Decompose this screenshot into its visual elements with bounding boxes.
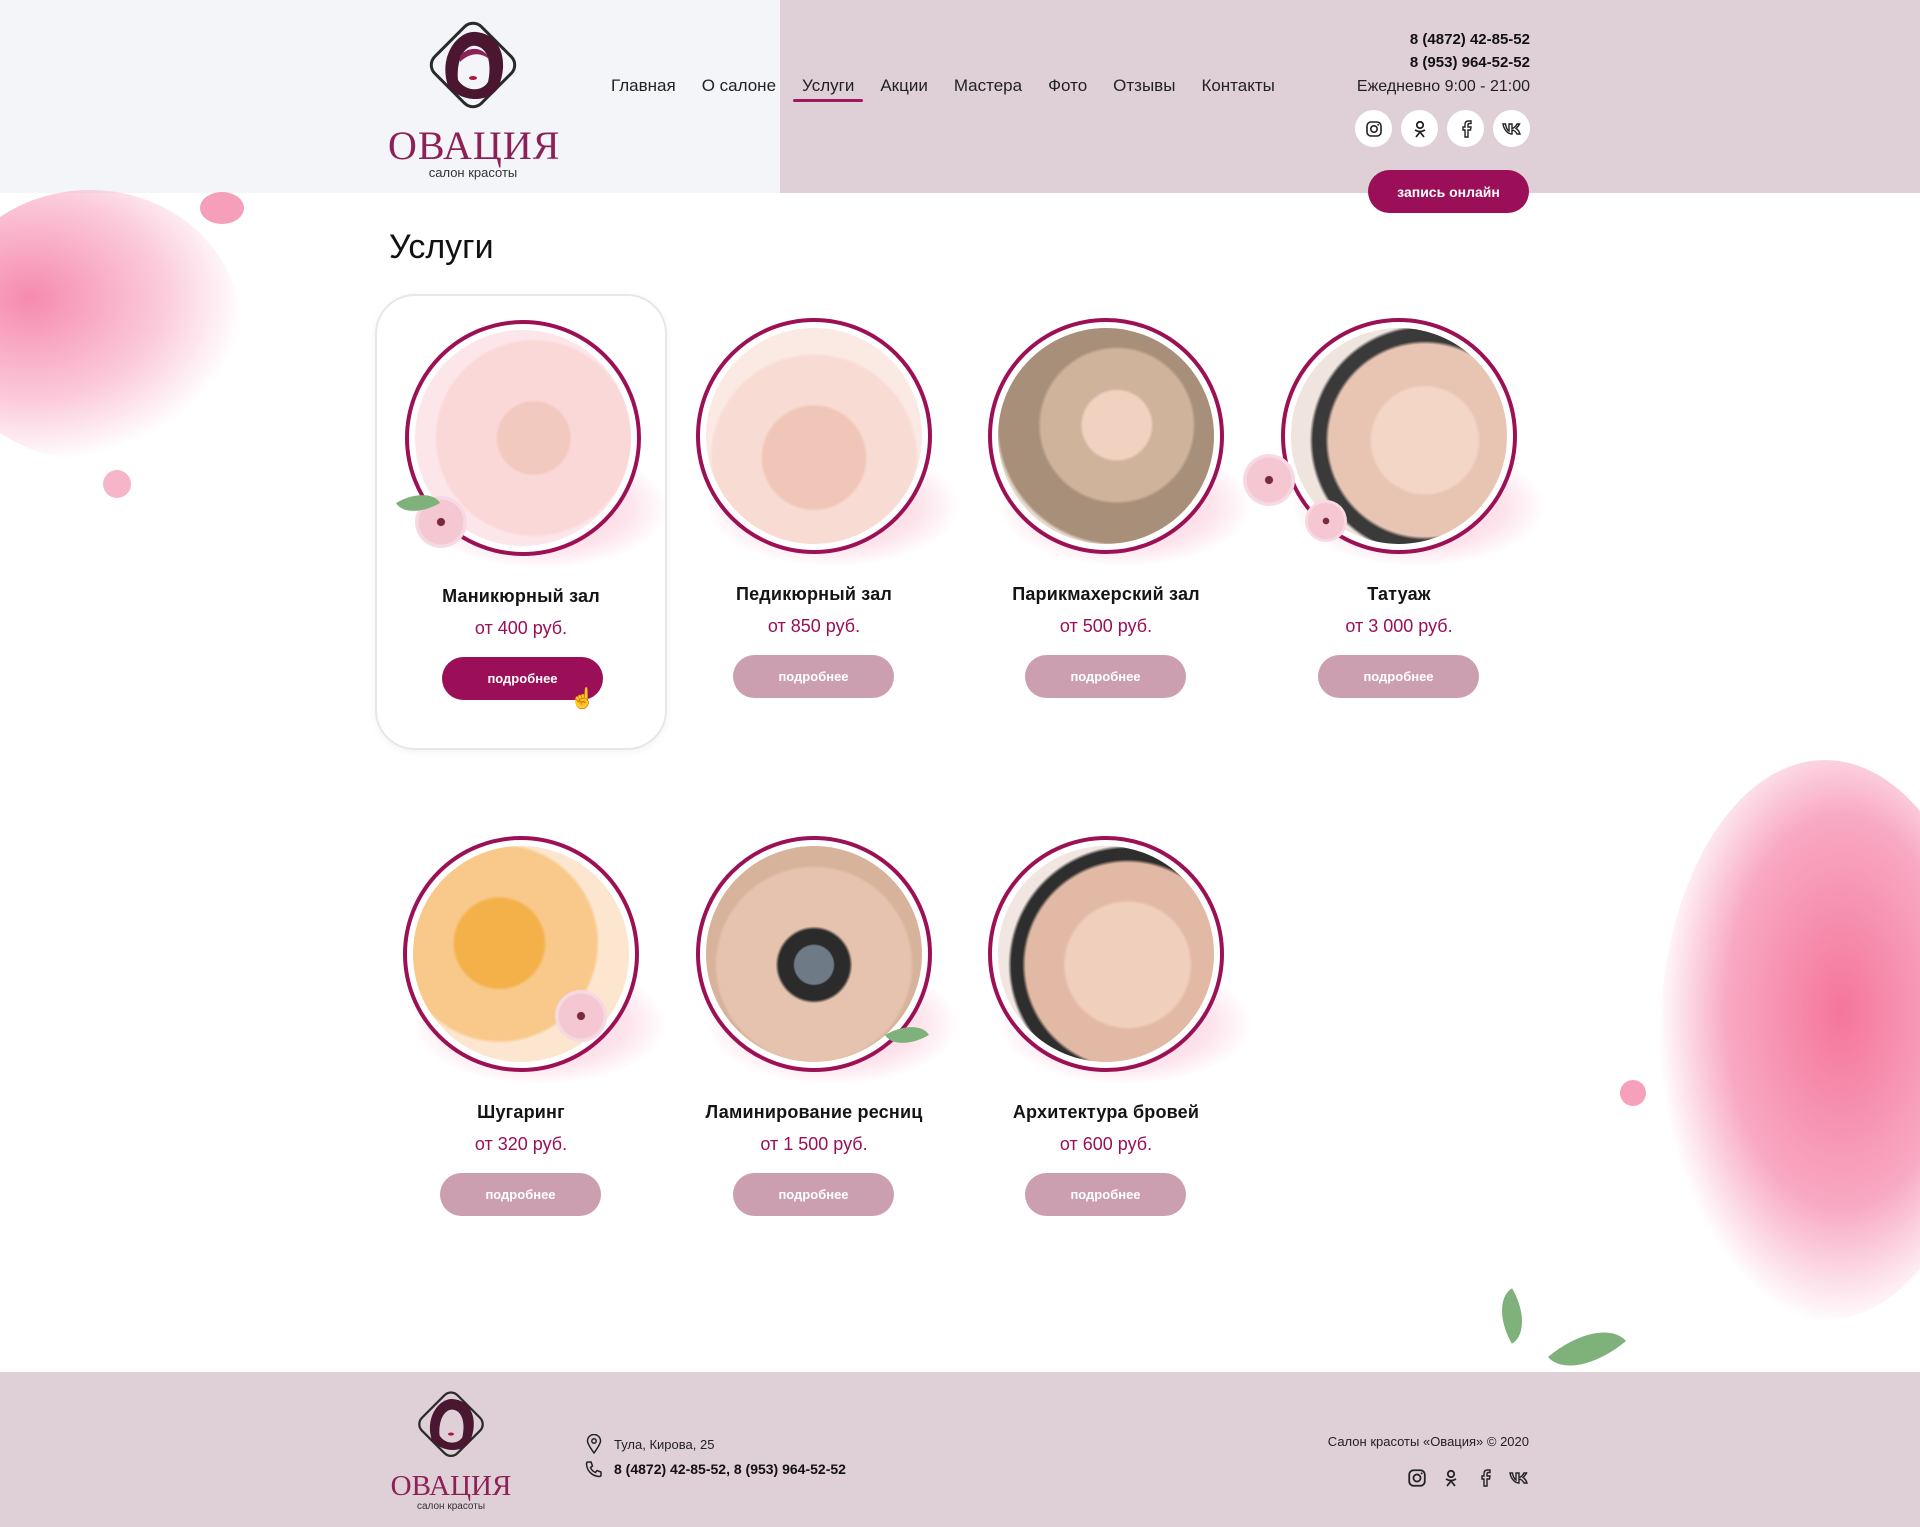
footer: ОВАЦИЯ салон красоты Тула, Кирова, 25 8 …	[0, 1372, 1920, 1527]
logo[interactable]: ОВАЦИЯ салон красоты	[388, 16, 561, 180]
logo-mark-icon	[418, 1391, 484, 1458]
odnoklassniki-icon[interactable]	[1401, 110, 1438, 147]
service-photo-frame	[988, 318, 1224, 554]
service-photo-hairdresser	[998, 328, 1214, 544]
brand-name: ОВАЦИЯ	[388, 123, 561, 168]
footer-phones: 8 (4872) 42-85-52, 8 (953) 964-52-52	[584, 1459, 846, 1479]
vk-icon[interactable]	[1493, 110, 1530, 147]
details-button[interactable]: подробнее	[733, 655, 894, 698]
service-name: Маникюрный зал	[442, 586, 600, 606]
details-button[interactable]: подробнее	[1025, 655, 1186, 698]
service-card-lash-lamination[interactable]: Ламинирование ресниц от 1 500 руб. подро…	[668, 812, 960, 1268]
service-photo-frame	[696, 318, 932, 554]
service-name: Парикмахерский зал	[1012, 584, 1200, 604]
service-price: от 3 000 руб.	[1345, 616, 1453, 636]
service-name: Педикюрный зал	[735, 584, 893, 604]
details-button[interactable]: подробнее	[733, 1173, 894, 1216]
service-name: Шугаринг	[477, 1102, 565, 1122]
page-title: Услуги	[389, 228, 494, 266]
service-name: Татуаж	[1367, 584, 1431, 604]
details-button[interactable]: подробнее	[440, 1173, 601, 1216]
odnoklassniki-icon[interactable]	[1441, 1468, 1461, 1488]
decor-flower	[555, 990, 607, 1042]
service-price: от 400 руб.	[474, 618, 568, 638]
working-hours: Ежедневно 9:00 - 21:00	[1356, 78, 1530, 95]
service-photo-frame	[988, 836, 1224, 1072]
service-price: от 1 500 руб.	[760, 1134, 868, 1154]
location-pin-icon	[584, 1434, 604, 1454]
phone-icon	[584, 1459, 604, 1479]
facebook-icon[interactable]	[1475, 1468, 1495, 1488]
details-button[interactable]: подробнее	[1318, 655, 1479, 698]
vk-icon[interactable]	[1509, 1468, 1529, 1488]
service-photo-brow-architecture	[998, 846, 1214, 1062]
service-photo-lash-lamination	[706, 846, 922, 1062]
footer-address: Тула, Кирова, 25	[584, 1434, 714, 1454]
service-card-pedicure[interactable]: Педикюрный зал от 850 руб. подробнее	[668, 294, 960, 750]
nav-item-home[interactable]: Главная	[598, 74, 689, 98]
nav-item-services[interactable]: Услуги	[789, 74, 867, 102]
service-card-tattoo[interactable]: Татуаж от 3 000 руб. подробнее	[1243, 294, 1545, 750]
nav-item-promotions[interactable]: Акции	[867, 74, 941, 98]
nav-item-contacts[interactable]: Контакты	[1188, 74, 1287, 98]
main-nav: Главная О салоне Услуги Акции Мастера Фо…	[598, 74, 1288, 102]
footer-copyright: Салон красоты «Овация» © 2020	[1327, 1434, 1529, 1449]
watercolor-splash-left	[0, 190, 240, 460]
facebook-icon[interactable]	[1447, 110, 1484, 147]
decor-leaf-1	[1487, 1288, 1537, 1344]
details-button[interactable]: подробнее	[1025, 1173, 1186, 1216]
nav-item-reviews[interactable]: Отзывы	[1100, 74, 1188, 98]
service-price: от 500 руб.	[1059, 616, 1153, 636]
book-online-button[interactable]: запись онлайн	[1368, 170, 1529, 213]
service-card-sugaring[interactable]: Шугаринг от 320 руб. подробнее	[375, 812, 667, 1268]
decor-flower	[1243, 454, 1295, 506]
service-price: от 850 руб.	[767, 616, 861, 636]
footer-logo[interactable]: ОВАЦИЯ салон красоты	[388, 1390, 514, 1512]
service-card-brow-architecture[interactable]: Архитектура бровей от 600 руб. подробнее	[960, 812, 1252, 1268]
watercolor-drop-right-1	[1620, 1080, 1646, 1106]
brand-tagline: салон красоты	[428, 165, 518, 180]
logo-mark-icon	[429, 21, 517, 109]
footer-phones-text[interactable]: 8 (4872) 42-85-52, 8 (953) 964-52-52	[614, 1461, 846, 1477]
header-contacts: 8 (4872) 42-85-52 8 (953) 964-52-52 Ежед…	[1357, 28, 1530, 100]
footer-socials	[1407, 1468, 1529, 1488]
service-photo-frame	[403, 836, 639, 1072]
service-price: от 600 руб.	[1059, 1134, 1153, 1154]
footer-brand-name: ОВАЦИЯ	[390, 1470, 512, 1502]
service-name: Архитектура бровей	[1012, 1102, 1200, 1122]
instagram-icon[interactable]	[1407, 1468, 1427, 1488]
header-phone-1[interactable]: 8 (4872) 42-85-52	[1357, 28, 1530, 51]
service-card-manicure[interactable]: Маникюрный зал от 400 руб. подробнее	[375, 294, 667, 750]
nav-item-about[interactable]: О салоне	[689, 74, 789, 98]
service-price: от 320 руб.	[474, 1134, 568, 1154]
nav-item-masters[interactable]: Мастера	[941, 74, 1035, 98]
watercolor-drop-left-1	[200, 192, 244, 224]
footer-address-text: Тула, Кирова, 25	[614, 1436, 715, 1452]
header-socials	[1355, 110, 1530, 147]
service-name: Ламинирование ресниц	[705, 1102, 923, 1122]
watercolor-drop-left-2	[103, 470, 131, 498]
nav-item-photo[interactable]: Фото	[1035, 74, 1100, 98]
footer-brand-tagline: салон красоты	[416, 1501, 486, 1512]
service-photo-pedicure	[706, 328, 922, 544]
watercolor-splash-right	[1660, 760, 1920, 1320]
header-phone-2[interactable]: 8 (953) 964-52-52	[1357, 51, 1530, 74]
decor-flower	[1305, 500, 1347, 542]
service-card-hairdresser[interactable]: Парикмахерский зал от 500 руб. подробнее	[960, 294, 1252, 750]
hand-cursor-icon: ☝	[570, 688, 595, 710]
instagram-icon[interactable]	[1355, 110, 1392, 147]
